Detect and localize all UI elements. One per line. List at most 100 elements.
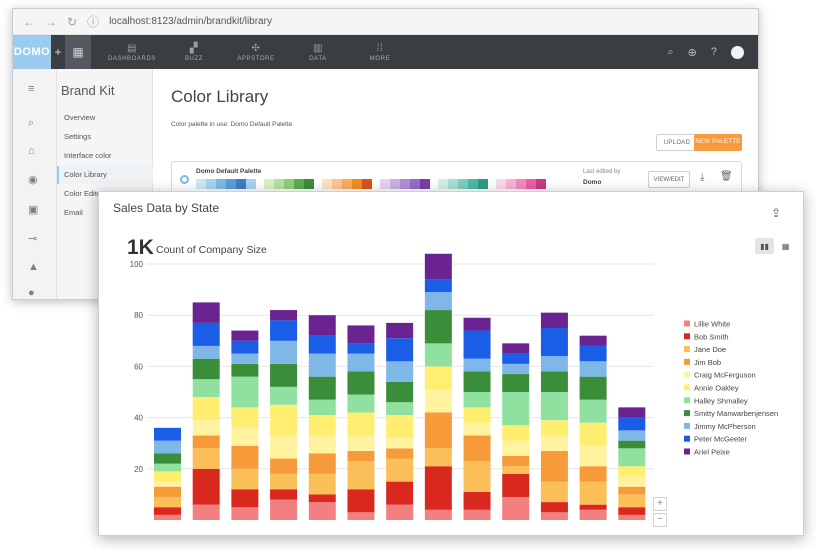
bar-segment[interactable]: [347, 371, 375, 395]
bar-segment[interactable]: [154, 507, 181, 515]
bar-segment[interactable]: [192, 379, 220, 398]
nav-buzz[interactable]: ▞ BUZZ: [163, 43, 225, 62]
bar-segment[interactable]: [308, 494, 336, 503]
bar-segment[interactable]: [463, 407, 491, 423]
bar-segment[interactable]: [502, 353, 530, 364]
bar-segment[interactable]: [386, 322, 414, 339]
bar-segment[interactable]: [463, 317, 491, 331]
bar-segment[interactable]: [347, 461, 375, 490]
bar-segment[interactable]: [463, 491, 491, 510]
bar-segment[interactable]: [308, 473, 336, 495]
bar-segment[interactable]: [618, 466, 646, 477]
bar-segment[interactable]: [308, 435, 336, 454]
bar-segment[interactable]: [270, 489, 298, 500]
bar-segment[interactable]: [540, 420, 568, 436]
bar-segment[interactable]: [502, 456, 530, 467]
sidebar-item-overview[interactable]: Overview: [57, 109, 153, 127]
avatar[interactable]: [731, 45, 744, 59]
bar-segment[interactable]: [463, 358, 491, 372]
url-text[interactable]: localhost:8123/admin/brandkit/library: [109, 16, 272, 27]
bar-segment[interactable]: [347, 435, 375, 451]
bar-segment[interactable]: [231, 407, 259, 428]
bar-segment[interactable]: [270, 458, 298, 474]
view-edit-button[interactable]: VIEW/EDIT: [648, 171, 690, 188]
bar-segment[interactable]: [347, 353, 375, 372]
bar-segment[interactable]: [618, 430, 646, 441]
bar-segment[interactable]: [192, 420, 220, 436]
bar-segment[interactable]: [270, 320, 298, 341]
bar-segment[interactable]: [192, 448, 220, 469]
bar-segment[interactable]: [308, 502, 336, 520]
bar-segment[interactable]: [308, 353, 336, 377]
bar-segment[interactable]: [347, 343, 375, 354]
nav-appstore[interactable]: ✣ APPSTORE: [225, 43, 287, 62]
legend-label[interactable]: Bob Smith: [694, 332, 729, 341]
bar-segment[interactable]: [502, 343, 530, 354]
bar-segment[interactable]: [192, 468, 220, 505]
bar-segment[interactable]: [154, 471, 181, 482]
bar-segment[interactable]: [424, 366, 452, 390]
domo-logo[interactable]: DOMO: [13, 35, 51, 69]
sidebar-item-color-library[interactable]: Color Library: [57, 166, 153, 184]
legend-label[interactable]: Annie Oakley: [694, 384, 739, 393]
bar-segment[interactable]: [386, 481, 414, 505]
bar-segment[interactable]: [347, 325, 375, 344]
home-icon[interactable]: ⌂: [28, 145, 35, 157]
bar-segment[interactable]: [502, 392, 530, 426]
bar-segment[interactable]: [270, 340, 298, 364]
bar-segment[interactable]: [618, 514, 646, 520]
legend-label[interactable]: Halley Shmalley: [694, 396, 748, 405]
bar-segment[interactable]: [270, 386, 298, 405]
bar-segment[interactable]: [579, 376, 607, 400]
bar-segment[interactable]: [347, 450, 375, 462]
bar-segment[interactable]: [192, 302, 220, 323]
bar-segment[interactable]: [386, 402, 414, 416]
legend-label[interactable]: Smitty Manwarbenjensen: [694, 409, 778, 418]
bar-segment[interactable]: [386, 458, 414, 482]
bar-segment[interactable]: [154, 463, 181, 472]
bar-segment[interactable]: [347, 394, 375, 413]
reload-icon[interactable]: ↻: [67, 15, 77, 29]
bar-segment[interactable]: [540, 512, 568, 520]
bar-segment[interactable]: [192, 358, 220, 380]
legend-label[interactable]: Jane Doe: [694, 345, 726, 354]
upload-button[interactable]: UPLOAD: [656, 134, 698, 151]
bar-segment[interactable]: [502, 363, 530, 375]
bar-segment[interactable]: [540, 450, 568, 482]
bar-segment[interactable]: [540, 371, 568, 392]
bar-segment[interactable]: [540, 312, 568, 328]
bar-segment[interactable]: [231, 427, 259, 446]
bar-segment[interactable]: [424, 279, 452, 293]
bar-segment[interactable]: [579, 422, 607, 446]
bar-segment[interactable]: [424, 310, 452, 344]
bar-segment[interactable]: [540, 392, 568, 421]
bar-segment[interactable]: [192, 345, 220, 359]
legend-label[interactable]: Peter McGeeter: [694, 435, 747, 444]
bar-segment[interactable]: [231, 363, 259, 377]
bar-segment[interactable]: [502, 425, 530, 441]
bar-segment[interactable]: [154, 440, 181, 454]
bar-segment[interactable]: [308, 415, 336, 436]
bar-segment[interactable]: [231, 507, 259, 520]
bar-segment[interactable]: [154, 486, 181, 497]
bar-segment[interactable]: [502, 440, 530, 456]
bar-segment[interactable]: [386, 504, 414, 520]
bar-segment[interactable]: [502, 374, 530, 392]
bar-segment[interactable]: [308, 335, 336, 354]
bar-segment[interactable]: [618, 476, 646, 487]
bar-segment[interactable]: [579, 399, 607, 423]
bar-segment[interactable]: [270, 499, 298, 520]
bar-segment[interactable]: [308, 399, 336, 416]
bar-segment[interactable]: [618, 507, 646, 515]
bar-segment[interactable]: [618, 440, 646, 449]
bar-segment[interactable]: [270, 363, 298, 387]
bar-segment[interactable]: [579, 445, 607, 467]
trash-icon[interactable]: 🗑: [720, 171, 733, 182]
pages-icon[interactable]: ▣: [28, 203, 38, 216]
bar-segment[interactable]: [308, 315, 336, 336]
plus-icon[interactable]: +: [51, 45, 65, 59]
bar-segment[interactable]: [192, 322, 220, 346]
add-icon[interactable]: ⊕: [688, 46, 697, 59]
search-icon[interactable]: ⌕: [667, 46, 673, 59]
bar-segment[interactable]: [192, 504, 220, 520]
